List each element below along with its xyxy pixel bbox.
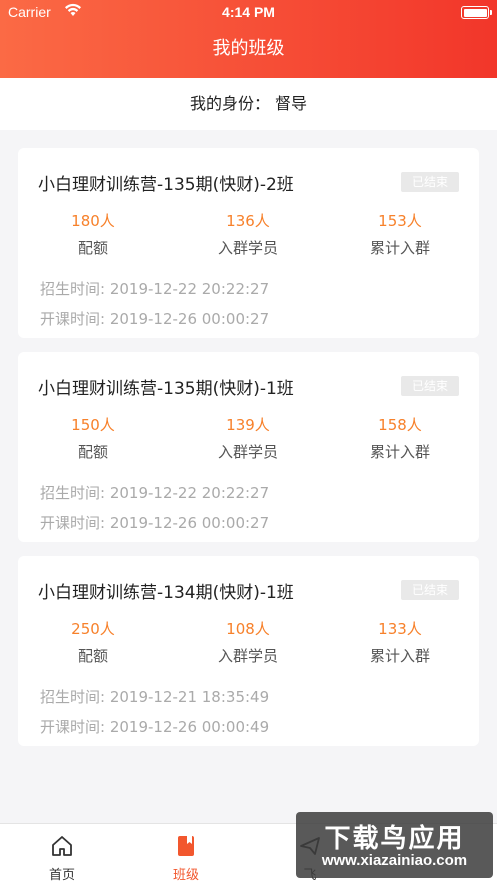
cumulative-stat: 158人 累计入群: [325, 414, 475, 462]
start-time: 开课时间: 2019-12-26 00:00:27: [40, 514, 270, 532]
watermark-url: www.xiazainiao.com: [321, 852, 468, 869]
status-badge: 已结束: [401, 172, 459, 192]
joined-stat: 108人 入群学员: [173, 618, 323, 666]
start-time: 开课时间: 2019-12-26 00:00:49: [40, 718, 270, 736]
cumulative-value: 133人: [378, 620, 422, 638]
quota-stat: 150人 配额: [18, 414, 168, 462]
status-badge: 已结束: [401, 580, 459, 600]
battery-icon: [461, 6, 492, 19]
enroll-time: 招生时间: 2019-12-21 18:35:49: [40, 688, 270, 706]
class-card[interactable]: 小白理财训练营-134期(快财)-1班 已结束 250人 配额 108人 入群学…: [18, 556, 479, 746]
joined-value: 139人: [226, 416, 270, 434]
class-name: 小白理财训练营-135期(快财)-2班: [38, 175, 294, 195]
joined-stat: 139人 入群学员: [173, 414, 323, 462]
tab-class-label: 班级: [172, 868, 199, 883]
quota-value: 250人: [71, 620, 115, 638]
quota-label: 配额: [77, 443, 108, 461]
tab-class[interactable]: 班级: [124, 824, 248, 883]
cumulative-stat: 133人 累计入群: [325, 618, 475, 666]
clock: 4:14 PM: [222, 4, 275, 20]
status-badge: 已结束: [401, 376, 459, 396]
identity-row: 我的身份： 督导: [0, 78, 497, 130]
quota-label: 配额: [77, 239, 108, 257]
enroll-time: 招生时间: 2019-12-22 20:22:27: [40, 280, 270, 298]
status-bar: Carrier 4:14 PM: [0, 0, 497, 24]
enroll-time: 招生时间: 2019-12-22 20:22:27: [40, 484, 270, 502]
class-name: 小白理财训练营-135期(快财)-1班: [38, 379, 294, 399]
class-card[interactable]: 小白理财训练营-135期(快财)-2班 已结束 180人 配额 136人 入群学…: [18, 148, 479, 338]
quota-label: 配额: [77, 647, 108, 665]
class-name: 小白理财训练营-134期(快财)-1班: [38, 583, 294, 603]
cumulative-value: 153人: [378, 212, 422, 230]
quota-stat: 180人 配额: [18, 210, 168, 258]
quota-value: 180人: [71, 212, 115, 230]
page-title: 我的班级: [212, 38, 285, 59]
home-icon: [52, 836, 72, 856]
quota-stat: 250人 配额: [18, 618, 168, 666]
tab-home[interactable]: 首页: [0, 824, 124, 883]
class-book-icon: [178, 836, 194, 856]
cumulative-stat: 153人 累计入群: [325, 210, 475, 258]
class-card[interactable]: 小白理财训练营-135期(快财)-1班 已结束 150人 配额 139人 入群学…: [18, 352, 479, 542]
start-time: 开课时间: 2019-12-26 00:00:27: [40, 310, 270, 328]
tab-home-label: 首页: [48, 868, 75, 883]
quota-value: 150人: [71, 416, 115, 434]
cumulative-label: 累计入群: [369, 647, 430, 665]
cumulative-label: 累计入群: [369, 239, 430, 257]
joined-stat: 136人 入群学员: [173, 210, 323, 258]
joined-label: 入群学员: [217, 443, 278, 461]
joined-value: 108人: [226, 620, 270, 638]
app-header: Carrier 4:14 PM 我的班级: [0, 0, 497, 78]
joined-label: 入群学员: [217, 647, 278, 665]
joined-value: 136人: [226, 212, 270, 230]
cumulative-label: 累计入群: [369, 443, 430, 461]
watermark: 下载鸟应用 www.xiazainiao.com: [296, 812, 493, 878]
watermark-title: 下载鸟应用: [324, 824, 465, 854]
joined-label: 入群学员: [217, 239, 278, 257]
cumulative-value: 158人: [378, 416, 422, 434]
